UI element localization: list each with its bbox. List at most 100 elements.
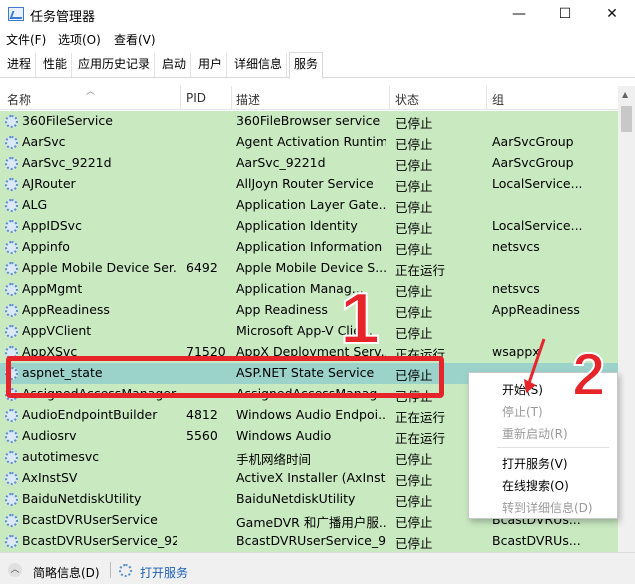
service-gear-icon	[5, 283, 18, 296]
service-row[interactable]: AarSvc Agent Activation Runtime 已停止 AarSvcG…	[0, 132, 618, 153]
tab-bar: 进程 性能 应用历史记录 启动 用户 详细信息 服务	[0, 50, 635, 79]
service-description: Application Information	[236, 239, 383, 254]
service-name: Audiosrv	[22, 428, 77, 443]
service-name: BcastDVRUserService	[22, 512, 158, 527]
service-row[interactable]: 360FileService 360FileBrowser service 已停止	[0, 111, 618, 132]
service-status: 已停止	[395, 116, 433, 131]
task-manager-icon	[8, 7, 24, 21]
service-group: LocalService...	[492, 218, 583, 233]
context-menu-search-online[interactable]: 在线搜索(O)	[502, 477, 569, 494]
service-description: GameDVR 和广播用户服...	[236, 515, 386, 530]
service-name: AarSvc_9221d	[22, 155, 112, 170]
service-pid: 5560	[186, 428, 218, 443]
tab-app-history[interactable]: 应用历史记录	[74, 53, 156, 77]
tab-processes[interactable]: 进程	[3, 53, 37, 77]
service-name: Appinfo	[22, 239, 70, 254]
highlight-box	[6, 356, 444, 398]
services-icon	[119, 564, 132, 577]
vertical-scrollbar[interactable]: ▲	[618, 86, 635, 552]
service-name: autotimesvc	[22, 449, 100, 464]
column-header-name[interactable]: 名称	[7, 91, 31, 108]
service-gear-icon	[5, 136, 18, 149]
service-description: BcastDVRUserService_9...	[236, 533, 386, 548]
menu-view[interactable]: 查看(V)	[114, 31, 156, 48]
service-name: AJRouter	[22, 176, 76, 191]
service-gear-icon	[5, 430, 18, 443]
service-name: BcastDVRUserService_92...	[22, 533, 177, 548]
service-gear-icon	[5, 325, 18, 338]
menu-bar: 文件(F) 选项(O) 查看(V)	[0, 29, 635, 49]
service-status: 已停止	[395, 158, 433, 173]
service-name: AppIDSvc	[22, 218, 82, 233]
service-row[interactable]: Apple Mobile Device Ser... 6492 Apple Mobi…	[0, 258, 618, 279]
open-services-link[interactable]: 打开服务	[140, 564, 188, 581]
service-description: Application Layer Gate...	[236, 197, 386, 212]
annotation-step-2: 2	[571, 341, 606, 408]
service-status: 已停止	[395, 221, 433, 236]
close-button[interactable]: ✕	[589, 0, 635, 29]
service-row[interactable]: AJRouter AllJoyn Router Service 已停止 LocalSe…	[0, 174, 618, 195]
service-row[interactable]: AppReadiness App Readiness 已停止 AppReadiness	[0, 300, 618, 321]
service-description: Windows Audio	[236, 428, 332, 443]
context-menu-separator	[497, 447, 609, 448]
context-menu-go-to-details: 转到详细信息(D)	[502, 501, 593, 515]
service-pid: 4812	[186, 407, 218, 422]
service-name: AudioEndpointBuilder	[22, 407, 158, 422]
service-gear-icon	[5, 472, 18, 485]
service-gear-icon	[5, 493, 18, 506]
service-status: 已停止	[395, 179, 433, 194]
menu-options[interactable]: 选项(O)	[58, 31, 101, 48]
context-menu-open-services[interactable]: 打开服务(V)	[502, 455, 568, 472]
service-description: Windows Audio Endpoi...	[236, 407, 386, 422]
maximize-button[interactable]: ☐	[542, 0, 588, 29]
service-row[interactable]: ALG Application Layer Gate... 已停止	[0, 195, 618, 216]
column-header-description[interactable]: 描述	[236, 91, 260, 108]
tab-users[interactable]: 用户	[194, 53, 228, 77]
service-gear-icon	[5, 451, 18, 464]
service-row[interactable]: AppMgmt Application Manag... 已停止 netsvcs	[0, 279, 618, 300]
service-gear-icon	[5, 115, 18, 128]
window-title: 任务管理器	[30, 10, 96, 25]
service-group: BcastDVRUs...	[492, 533, 581, 548]
service-group: netsvcs	[492, 239, 540, 254]
tab-services[interactable]: 服务	[289, 52, 324, 79]
chevron-up-icon[interactable]: ︿	[8, 563, 22, 577]
service-gear-icon	[5, 220, 18, 233]
service-group: LocalService...	[492, 176, 583, 191]
service-description: Agent Activation Runtime	[236, 134, 386, 149]
scroll-up-icon[interactable]: ▲	[622, 90, 628, 99]
service-row[interactable]: Appinfo Application Information 已停止 netsvcs	[0, 237, 618, 258]
service-row[interactable]: AarSvc_9221d AarSvc_9221d 已停止 AarSvcGroup	[0, 153, 618, 174]
service-description: 手机网络时间	[236, 452, 312, 467]
service-gear-icon	[5, 409, 18, 422]
service-gear-icon	[5, 178, 18, 191]
service-name: ALG	[22, 197, 48, 212]
tab-performance[interactable]: 性能	[39, 53, 73, 77]
status-bar: ︿ 简略信息(D) 打开服务	[0, 552, 635, 584]
service-status: 已停止	[395, 200, 433, 215]
scrollbar-thumb[interactable]	[621, 106, 632, 132]
service-gear-icon	[5, 535, 18, 548]
service-description: Apple Mobile Device S...	[236, 260, 386, 275]
fewer-details-link[interactable]: 简略信息(D)	[33, 564, 100, 581]
menu-file[interactable]: 文件(F)	[6, 31, 46, 48]
annotation-arrow-icon	[524, 338, 546, 393]
service-description: AarSvc_9221d	[236, 155, 326, 170]
service-description: AllJoyn Router Service	[236, 176, 374, 191]
service-row[interactable]: AppIDSvc Application Identity 已停止 LocalServ…	[0, 216, 618, 237]
column-header-status[interactable]: 状态	[395, 91, 419, 108]
service-pid: 6492	[186, 260, 218, 275]
footer-divider	[110, 562, 111, 578]
minimize-button[interactable]: —	[496, 0, 542, 29]
service-group: AarSvcGroup	[492, 134, 574, 149]
service-description: Application Identity	[236, 218, 358, 233]
column-header-group[interactable]: 组	[492, 91, 504, 108]
service-name: AxInstSV	[22, 470, 78, 485]
title-bar: 任务管理器 — ☐ ✕	[0, 0, 635, 29]
context-menu-restart: 重新启动(R)	[502, 427, 568, 441]
service-name: AppVClient	[22, 323, 92, 338]
tab-startup[interactable]: 启动	[158, 53, 192, 77]
column-header-pid[interactable]: PID	[186, 91, 206, 105]
service-row[interactable]: BcastDVRUserService_92... BcastDVRUserSer…	[0, 531, 618, 552]
tab-details[interactable]: 详细信息	[230, 53, 288, 77]
